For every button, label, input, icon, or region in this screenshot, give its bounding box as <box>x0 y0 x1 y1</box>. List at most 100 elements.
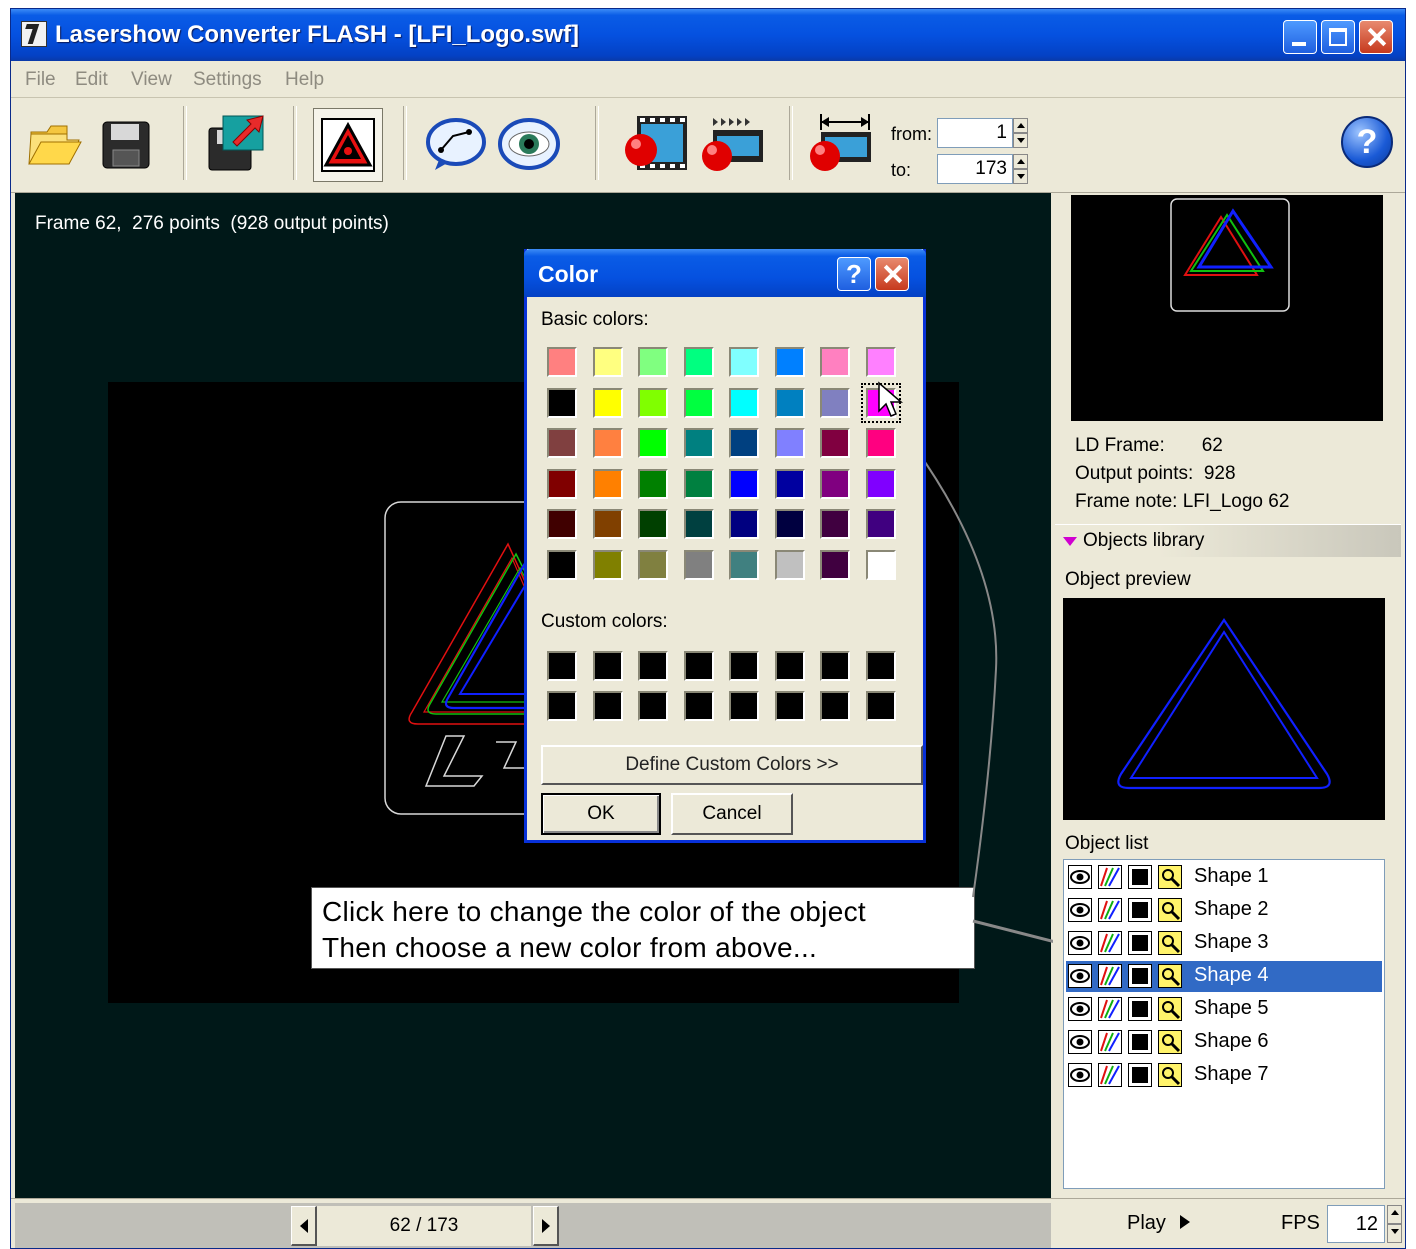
basic-color-swatch[interactable] <box>865 468 896 499</box>
menu-settings[interactable]: Settings <box>193 69 262 91</box>
convert-frame-icon[interactable] <box>623 112 689 176</box>
basic-color-swatch[interactable] <box>638 549 668 580</box>
from-spinner[interactable] <box>1013 118 1028 148</box>
basic-color-swatch[interactable] <box>865 347 896 377</box>
zoom-key-icon[interactable] <box>1158 931 1182 955</box>
basic-color-swatch[interactable] <box>683 387 714 418</box>
visibility-eye-icon[interactable] <box>1068 865 1092 889</box>
maximize-button[interactable] <box>1321 20 1355 54</box>
custom-color-swatch[interactable] <box>638 691 668 721</box>
basic-color-swatch[interactable] <box>820 347 850 377</box>
basic-color-swatch[interactable] <box>683 347 714 377</box>
object-list-row[interactable]: Shape 2 <box>1066 895 1382 926</box>
visibility-eye-icon[interactable] <box>1068 1030 1092 1054</box>
basic-color-swatch[interactable] <box>638 387 668 418</box>
custom-color-swatch[interactable] <box>820 691 850 721</box>
basic-color-swatch[interactable] <box>683 549 714 580</box>
visibility-eye-icon[interactable] <box>1068 964 1092 988</box>
save-disk-icon[interactable] <box>101 120 151 170</box>
custom-color-swatch[interactable] <box>820 651 850 681</box>
spin-up-icon[interactable] <box>1013 118 1028 133</box>
define-custom-colors-button[interactable]: Define Custom Colors >> <box>541 745 923 785</box>
minimize-button[interactable] <box>1283 20 1317 54</box>
zoom-key-icon[interactable] <box>1158 1030 1182 1054</box>
basic-color-swatch[interactable] <box>729 387 759 418</box>
object-list-row[interactable]: Shape 3 <box>1066 928 1382 959</box>
basic-color-swatch[interactable] <box>547 347 577 377</box>
basic-color-swatch[interactable] <box>820 509 850 539</box>
custom-color-swatch[interactable] <box>683 651 714 681</box>
from-input[interactable]: 1 <box>937 118 1013 148</box>
basic-color-swatch[interactable] <box>592 468 623 499</box>
basic-color-swatch[interactable] <box>865 549 896 580</box>
menu-edit[interactable]: Edit <box>75 69 108 91</box>
basic-color-swatch[interactable] <box>592 387 623 418</box>
basic-color-swatch[interactable] <box>638 428 668 458</box>
custom-color-swatch[interactable] <box>774 651 805 681</box>
basic-color-swatch[interactable] <box>638 509 668 539</box>
laser-toggle-button[interactable] <box>313 108 383 182</box>
object-color-icon[interactable] <box>1128 964 1152 988</box>
custom-color-swatch[interactable] <box>592 691 623 721</box>
basic-color-swatch[interactable] <box>774 509 805 539</box>
spin-down-icon[interactable] <box>1387 1224 1402 1243</box>
dialog-help-icon[interactable]: ? <box>837 257 871 291</box>
basic-color-swatch[interactable] <box>592 347 623 377</box>
title-bar[interactable]: Lasershow Converter FLASH - [LFI_Logo.sw… <box>11 9 1405 61</box>
help-icon[interactable]: ? <box>1341 116 1393 168</box>
frame-thumbnail[interactable] <box>1071 195 1383 421</box>
fps-input[interactable]: 12 <box>1327 1205 1385 1243</box>
custom-color-swatch[interactable] <box>547 691 577 721</box>
basic-color-swatch[interactable] <box>592 549 623 580</box>
fps-spinner[interactable] <box>1387 1205 1402 1243</box>
dialog-close-button[interactable] <box>875 257 909 291</box>
object-list-row[interactable]: Shape 6 <box>1066 1027 1382 1058</box>
to-spinner[interactable] <box>1013 154 1028 184</box>
laser-beams-icon[interactable] <box>1098 964 1122 988</box>
visibility-eye-icon[interactable] <box>1068 1063 1092 1087</box>
object-color-icon[interactable] <box>1128 997 1152 1021</box>
basic-color-swatch[interactable] <box>774 347 805 377</box>
object-color-icon[interactable] <box>1128 931 1152 955</box>
object-list-row[interactable]: Shape 1 <box>1066 862 1382 893</box>
object-list-row[interactable]: Shape 5 <box>1066 994 1382 1025</box>
object-color-icon[interactable] <box>1128 865 1152 889</box>
basic-color-swatch[interactable] <box>683 468 714 499</box>
laser-beams-icon[interactable] <box>1098 997 1122 1021</box>
visibility-eye-icon[interactable] <box>1068 931 1092 955</box>
eye-preview-icon[interactable] <box>497 116 561 172</box>
spin-up-icon[interactable] <box>1387 1205 1402 1224</box>
basic-color-swatch[interactable] <box>547 387 577 418</box>
basic-color-swatch[interactable] <box>729 347 759 377</box>
custom-color-swatch[interactable] <box>865 651 896 681</box>
basic-color-swatch[interactable] <box>729 468 759 499</box>
convert-range-icon[interactable] <box>807 112 873 176</box>
path-tool-icon[interactable] <box>425 116 487 172</box>
close-button[interactable] <box>1359 20 1393 54</box>
laser-beams-icon[interactable] <box>1098 865 1122 889</box>
custom-color-swatch[interactable] <box>774 691 805 721</box>
custom-color-swatch[interactable] <box>638 651 668 681</box>
zoom-key-icon[interactable] <box>1158 997 1182 1021</box>
basic-color-swatch[interactable] <box>820 549 850 580</box>
custom-color-swatch[interactable] <box>865 691 896 721</box>
play-button[interactable]: Play <box>1127 1212 1193 1235</box>
object-color-icon[interactable] <box>1128 898 1152 922</box>
object-color-icon[interactable] <box>1128 1030 1152 1054</box>
object-list-row[interactable]: Shape 7 <box>1066 1060 1382 1091</box>
next-frame-button[interactable] <box>533 1206 559 1246</box>
basic-color-swatch[interactable] <box>774 387 805 418</box>
visibility-eye-icon[interactable] <box>1068 997 1092 1021</box>
basic-color-swatch[interactable] <box>729 428 759 458</box>
basic-color-swatch[interactable] <box>774 468 805 499</box>
basic-color-swatch[interactable] <box>865 509 896 539</box>
basic-color-swatch[interactable] <box>729 549 759 580</box>
open-folder-icon[interactable] <box>27 120 83 170</box>
cancel-button[interactable]: Cancel <box>671 793 793 835</box>
basic-color-swatch[interactable] <box>547 549 577 580</box>
laser-beams-icon[interactable] <box>1098 1030 1122 1054</box>
laser-beams-icon[interactable] <box>1098 931 1122 955</box>
menu-view[interactable]: View <box>131 69 172 91</box>
zoom-key-icon[interactable] <box>1158 1063 1182 1087</box>
menu-file[interactable]: File <box>25 69 56 91</box>
